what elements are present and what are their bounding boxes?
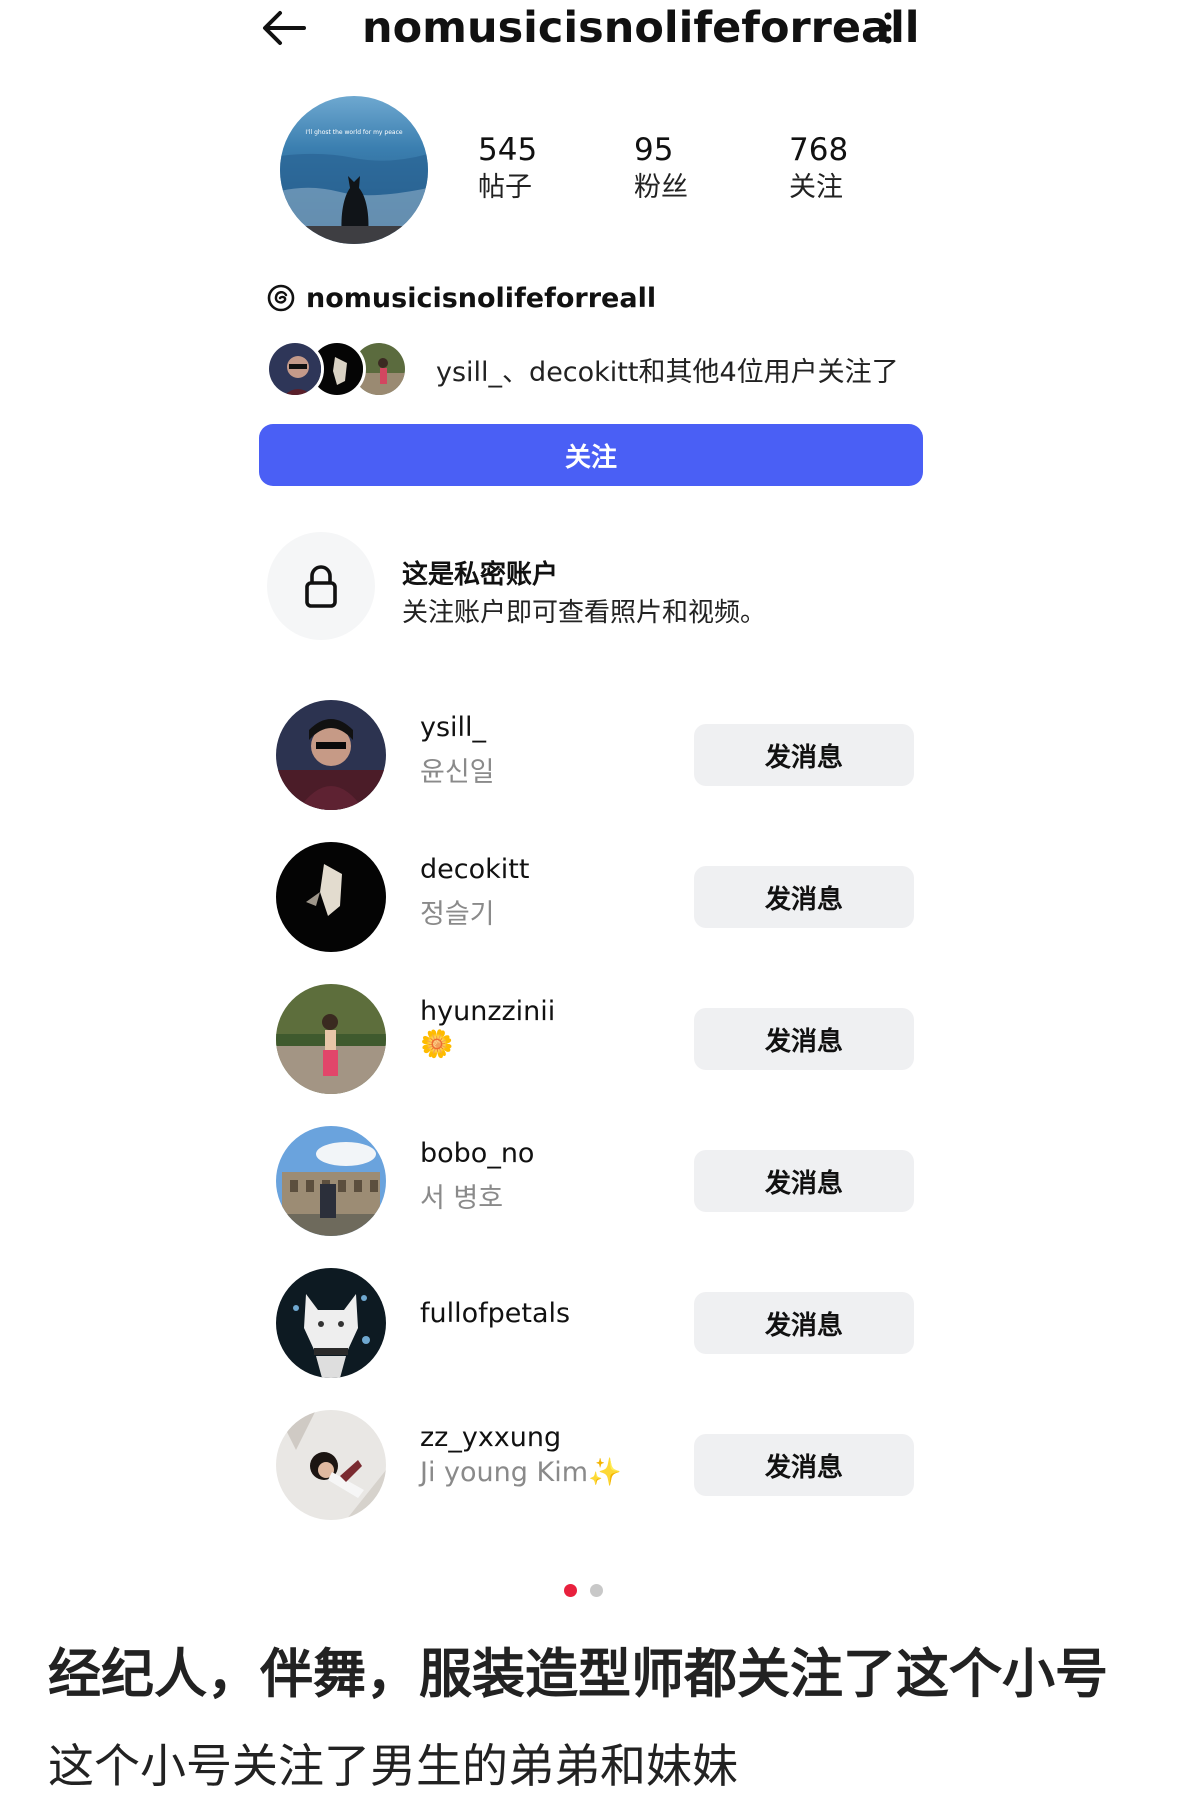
follower-username[interactable]: ysill_ — [420, 712, 486, 743]
follow-button[interactable]: 关注 — [259, 424, 923, 486]
instagram-profile-screen: nomusicisnolifeforreall I'll ghost the w… — [0, 0, 1179, 1797]
following-count: 768 — [789, 132, 849, 168]
caption-line-1: 经纪人，伴舞，服装造型师都关注了这个小号 — [48, 1644, 1108, 1705]
following-label: 关注 — [789, 172, 843, 203]
follower-fullname: 정슬기 — [420, 899, 495, 930]
mutual-avatar — [266, 340, 324, 398]
posts-label: 帖子 — [478, 172, 532, 203]
caption-line-2: 这个小号关注了男生的弟弟和妹妹 — [48, 1739, 738, 1793]
follower-username[interactable]: fullofpetals — [420, 1298, 570, 1329]
threads-handle: nomusicisnolifeforreall — [306, 282, 657, 314]
page-title: nomusicisnolifeforreall — [362, 3, 920, 53]
avatar[interactable] — [276, 1268, 386, 1378]
message-button[interactable]: 发消息 — [694, 866, 914, 928]
posts-count: 545 — [478, 132, 538, 168]
followers-label: 粉丝 — [634, 172, 688, 203]
threads-icon — [267, 284, 295, 312]
mutual-followers-text: ysill_、decokitt和其他4位用户关注了 — [436, 356, 899, 388]
more-vertical-icon[interactable] — [868, 6, 908, 50]
avatar[interactable] — [276, 842, 386, 952]
arrow-left-icon[interactable] — [258, 6, 310, 50]
lock-icon — [305, 565, 337, 608]
stat-followers[interactable]: 95 粉丝 — [634, 130, 754, 206]
avatar[interactable] — [276, 984, 386, 1094]
stat-posts[interactable]: 545 帖子 — [478, 130, 598, 206]
avatar[interactable] — [276, 1126, 386, 1236]
follower-fullname: Ji young Kim✨ — [420, 1457, 622, 1488]
message-button[interactable]: 发消息 — [694, 1292, 914, 1354]
follower-username[interactable]: decokitt — [420, 854, 529, 885]
list-item[interactable]: bobo_no 서 병호 发消息 — [0, 1126, 1179, 1238]
mutual-followers[interactable]: ysill_、decokitt和其他4位用户关注了 — [266, 338, 899, 400]
list-item[interactable]: decokitt 정슬기 发消息 — [0, 842, 1179, 954]
pager-dot-active[interactable] — [564, 1584, 577, 1597]
stat-following[interactable]: 768 关注 — [789, 130, 909, 206]
threads-link[interactable]: nomusicisnolifeforreall — [266, 278, 656, 318]
profile-avatar[interactable]: I'll ghost the world for my peace — [280, 96, 428, 244]
message-button[interactable]: 发消息 — [694, 1434, 914, 1496]
follower-fullname: 윤신일 — [420, 757, 495, 788]
mutual-avatars — [266, 338, 422, 400]
follower-username[interactable]: zz_yxxung — [420, 1422, 561, 1453]
list-item[interactable]: ysill_ 윤신일 发消息 — [0, 700, 1179, 812]
follower-fullname: 🌼 — [420, 1029, 454, 1060]
list-item[interactable]: zz_yxxung Ji young Kim✨ 发消息 — [0, 1410, 1179, 1522]
follower-fullname: 서 병호 — [420, 1183, 504, 1214]
message-button[interactable]: 发消息 — [694, 1150, 914, 1212]
list-item[interactable]: hyunzzinii 🌼 发消息 — [0, 984, 1179, 1096]
avatar[interactable] — [276, 1410, 386, 1520]
followers-count: 95 — [634, 132, 674, 168]
pager-dot[interactable] — [590, 1584, 603, 1597]
private-lock-badge — [267, 532, 375, 640]
follower-username[interactable]: bobo_no — [420, 1138, 534, 1169]
list-item[interactable]: fullofpetals 发消息 — [0, 1268, 1179, 1380]
private-account-subtitle: 关注账户即可查看照片和视频。 — [402, 598, 767, 628]
top-bar: nomusicisnolifeforreall — [0, 0, 1179, 60]
avatar-caption: I'll ghost the world for my peace — [305, 129, 402, 136]
message-button[interactable]: 发消息 — [694, 1008, 914, 1070]
avatar[interactable] — [276, 700, 386, 810]
private-account-title: 这是私密账户 — [402, 560, 559, 590]
message-button[interactable]: 发消息 — [694, 724, 914, 786]
follower-username[interactable]: hyunzzinii — [420, 996, 555, 1027]
